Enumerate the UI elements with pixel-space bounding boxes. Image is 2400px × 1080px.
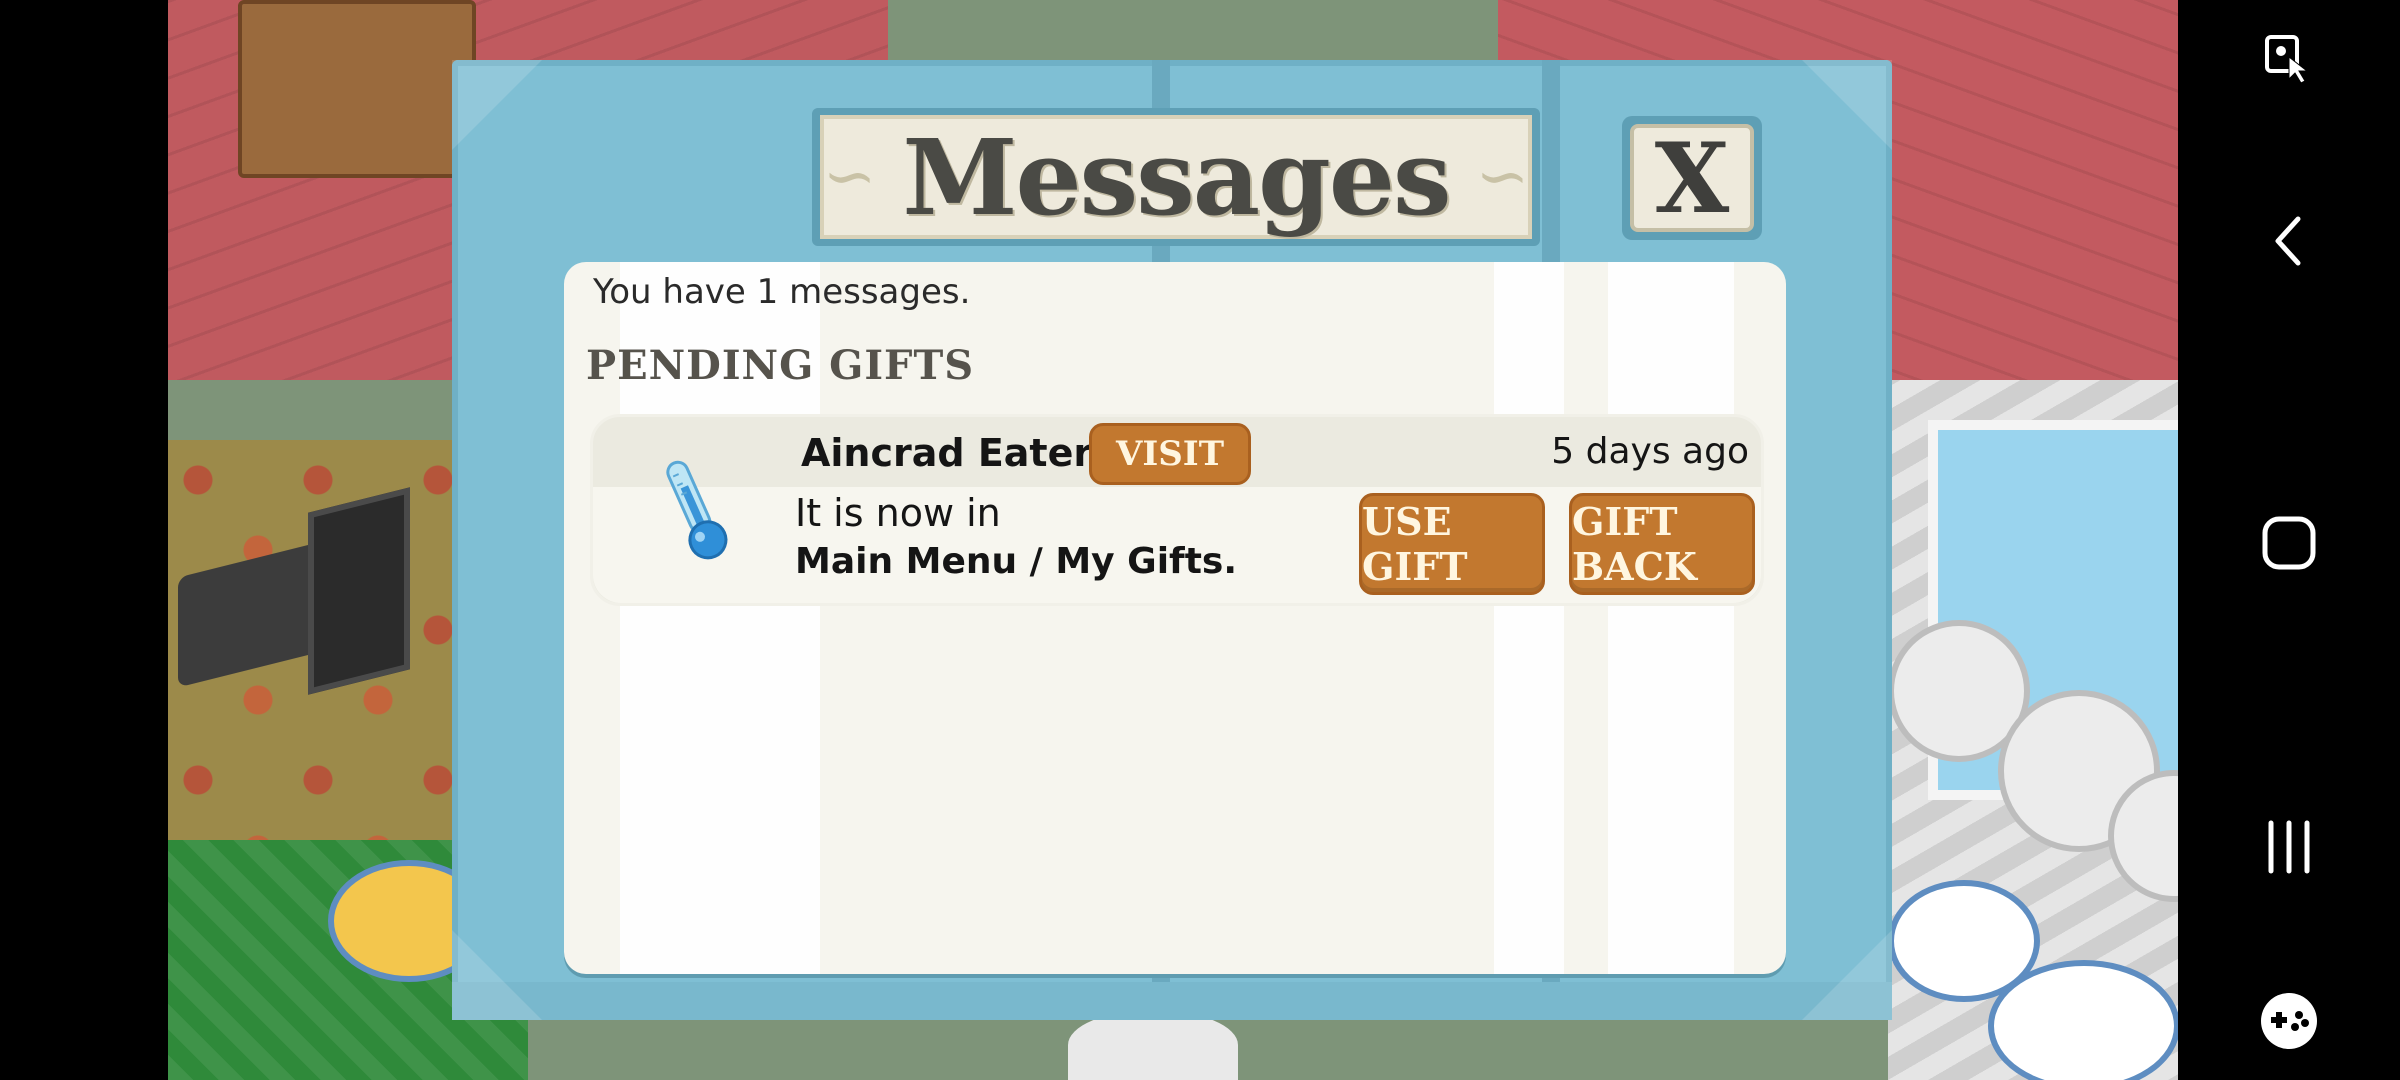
sender-name: Aincrad Eatery: [801, 431, 1117, 475]
system-nav-bar: [2178, 0, 2400, 1080]
messages-panel: You have 1 messages. PENDING GIFTS Aincr…: [564, 262, 1786, 974]
back-icon[interactable]: [2248, 200, 2330, 282]
cupcake-stand: [1068, 1010, 1238, 1080]
section-title: PENDING GIFTS: [586, 342, 975, 389]
dialog-title: Messages: [902, 115, 1451, 239]
produce-crate: [238, 0, 476, 178]
close-button[interactable]: X: [1622, 116, 1762, 240]
screen-capture-icon[interactable]: [2248, 16, 2330, 98]
swirl-left-icon: ∽: [822, 140, 877, 214]
message-timestamp: 5 days ago: [1551, 431, 1749, 472]
thermometer-icon: [666, 460, 728, 560]
recents-icon[interactable]: [2248, 806, 2330, 888]
dialog-title-plate: ∽ Messages ∽: [812, 108, 1540, 246]
frame-bottom-bar: [452, 982, 1892, 1020]
swirl-right-icon: ∽: [1475, 140, 1530, 214]
close-icon: X: [1630, 122, 1754, 235]
frame-corner: [452, 60, 542, 150]
home-icon[interactable]: [2248, 502, 2330, 584]
gift-back-button[interactable]: GIFT BACK: [1569, 493, 1755, 595]
gift-message-row: Aincrad Eatery VISIT 5 days ago It is no…: [590, 414, 1764, 606]
message-count: You have 1 messages.: [593, 272, 971, 312]
breakfast-plate: [1988, 960, 2178, 1080]
message-text-line2: Main Menu / My Gifts.: [795, 541, 1238, 582]
frame-corner: [1802, 930, 1892, 1020]
message-text-line1: It is now in: [795, 491, 1001, 535]
dialog-title-banner: ∽ Messages ∽: [820, 115, 1532, 239]
frame-corner: [452, 930, 542, 1020]
pizza-sign-decoration: [308, 487, 410, 695]
panel-content: You have 1 messages. PENDING GIFTS Aincr…: [564, 262, 1786, 974]
frame-corner: [1802, 60, 1892, 150]
screen: ∽ Messages ∽ X You have 1 messages. PEND…: [0, 0, 2400, 1080]
use-gift-button[interactable]: USE GIFT: [1359, 493, 1545, 595]
game-launcher-icon[interactable]: [2248, 980, 2330, 1062]
visit-button[interactable]: VISIT: [1089, 423, 1251, 485]
